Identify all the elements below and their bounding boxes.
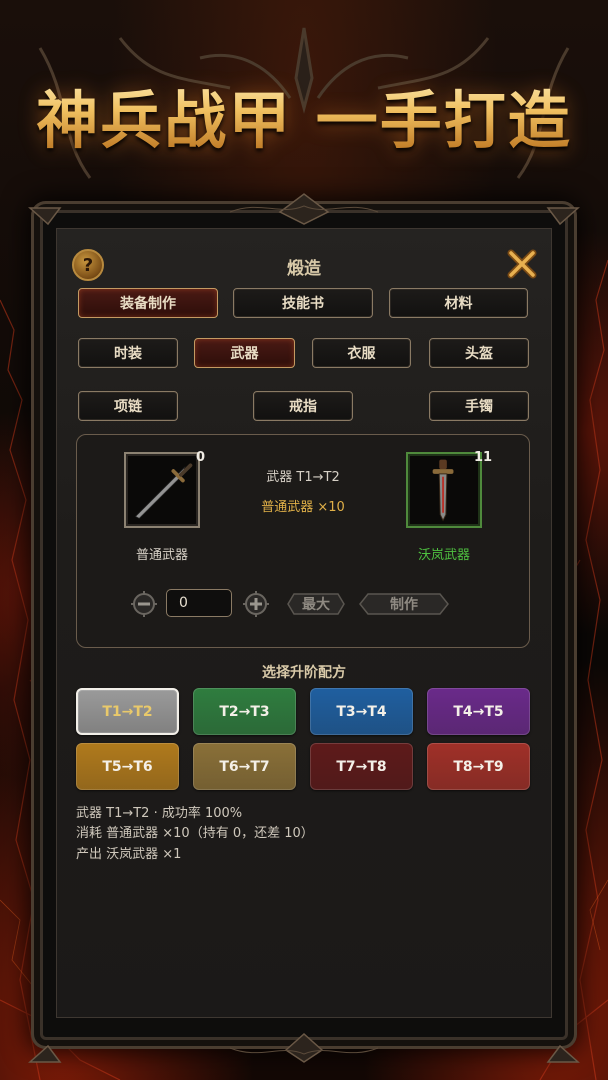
tab-materials[interactable]: 材料 <box>389 288 528 318</box>
detail-recipe-rate: 武器 T1→T2 · 成功率 100% <box>76 806 243 821</box>
ornate-sword-icon <box>432 459 454 522</box>
recipe-t7-t8[interactable]: T7→T8 <box>310 743 413 790</box>
type-ring-button[interactable]: 戒指 <box>253 391 353 421</box>
quantity-input[interactable]: 0 <box>166 589 232 617</box>
recipe-t6-t7[interactable]: T6→T7 <box>193 743 296 790</box>
type-necklace-button[interactable]: 项链 <box>78 391 178 421</box>
craft-button[interactable]: 制作 <box>358 591 450 617</box>
recipe-t5-t6[interactable]: T5→T6 <box>76 743 179 790</box>
type-weapon-button[interactable]: 武器 <box>194 338 295 368</box>
banner-headline: 神兵战甲 一手打造 <box>0 70 608 160</box>
recipe-section-title: 选择升阶配方 <box>262 665 346 681</box>
help-button[interactable]: ? <box>72 249 104 281</box>
craft-button-label: 制作 <box>390 597 418 613</box>
close-icon[interactable] <box>504 246 540 282</box>
recipe-t3-t4[interactable]: T3→T4 <box>310 688 413 735</box>
increase-button[interactable] <box>243 591 269 617</box>
max-button-label: 最大 <box>302 597 330 613</box>
input-item-slot[interactable] <box>124 452 200 528</box>
decrease-button[interactable] <box>131 591 157 617</box>
recipe-t4-t5[interactable]: T4→T5 <box>427 688 530 735</box>
cost-line: 普通武器 ×10 <box>261 500 345 515</box>
detail-output: 产出 沃岚武器 ×1 <box>76 847 182 862</box>
type-clothes-button[interactable]: 衣服 <box>312 338 411 368</box>
detail-consumption: 消耗 普通武器 ×10（持有 0，还差 10） <box>76 826 314 841</box>
tab-skill-books[interactable]: 技能书 <box>233 288 373 318</box>
recipe-t2-t3[interactable]: T2→T3 <box>193 688 296 735</box>
sword-icon <box>134 463 193 519</box>
type-helmet-button[interactable]: 头盔 <box>429 338 529 368</box>
output-item-count: 11 <box>474 450 493 465</box>
tab-equipment-craft[interactable]: 装备制作 <box>78 288 218 318</box>
max-button[interactable]: 最大 <box>286 591 346 617</box>
output-item-name: 沃岚武器 <box>417 548 470 563</box>
input-item-count: 0 <box>196 450 206 465</box>
recipe-t8-t9[interactable]: T8→T9 <box>427 743 530 790</box>
type-bracelet-button[interactable]: 手镯 <box>429 391 529 421</box>
output-item-slot[interactable] <box>406 452 482 528</box>
recipe-t1-t2[interactable]: T1→T2 <box>76 688 179 735</box>
input-item-name: 普通武器 <box>135 548 188 563</box>
recipe-line: 武器 T1→T2 <box>266 470 340 485</box>
type-fashion-button[interactable]: 时装 <box>78 338 178 368</box>
